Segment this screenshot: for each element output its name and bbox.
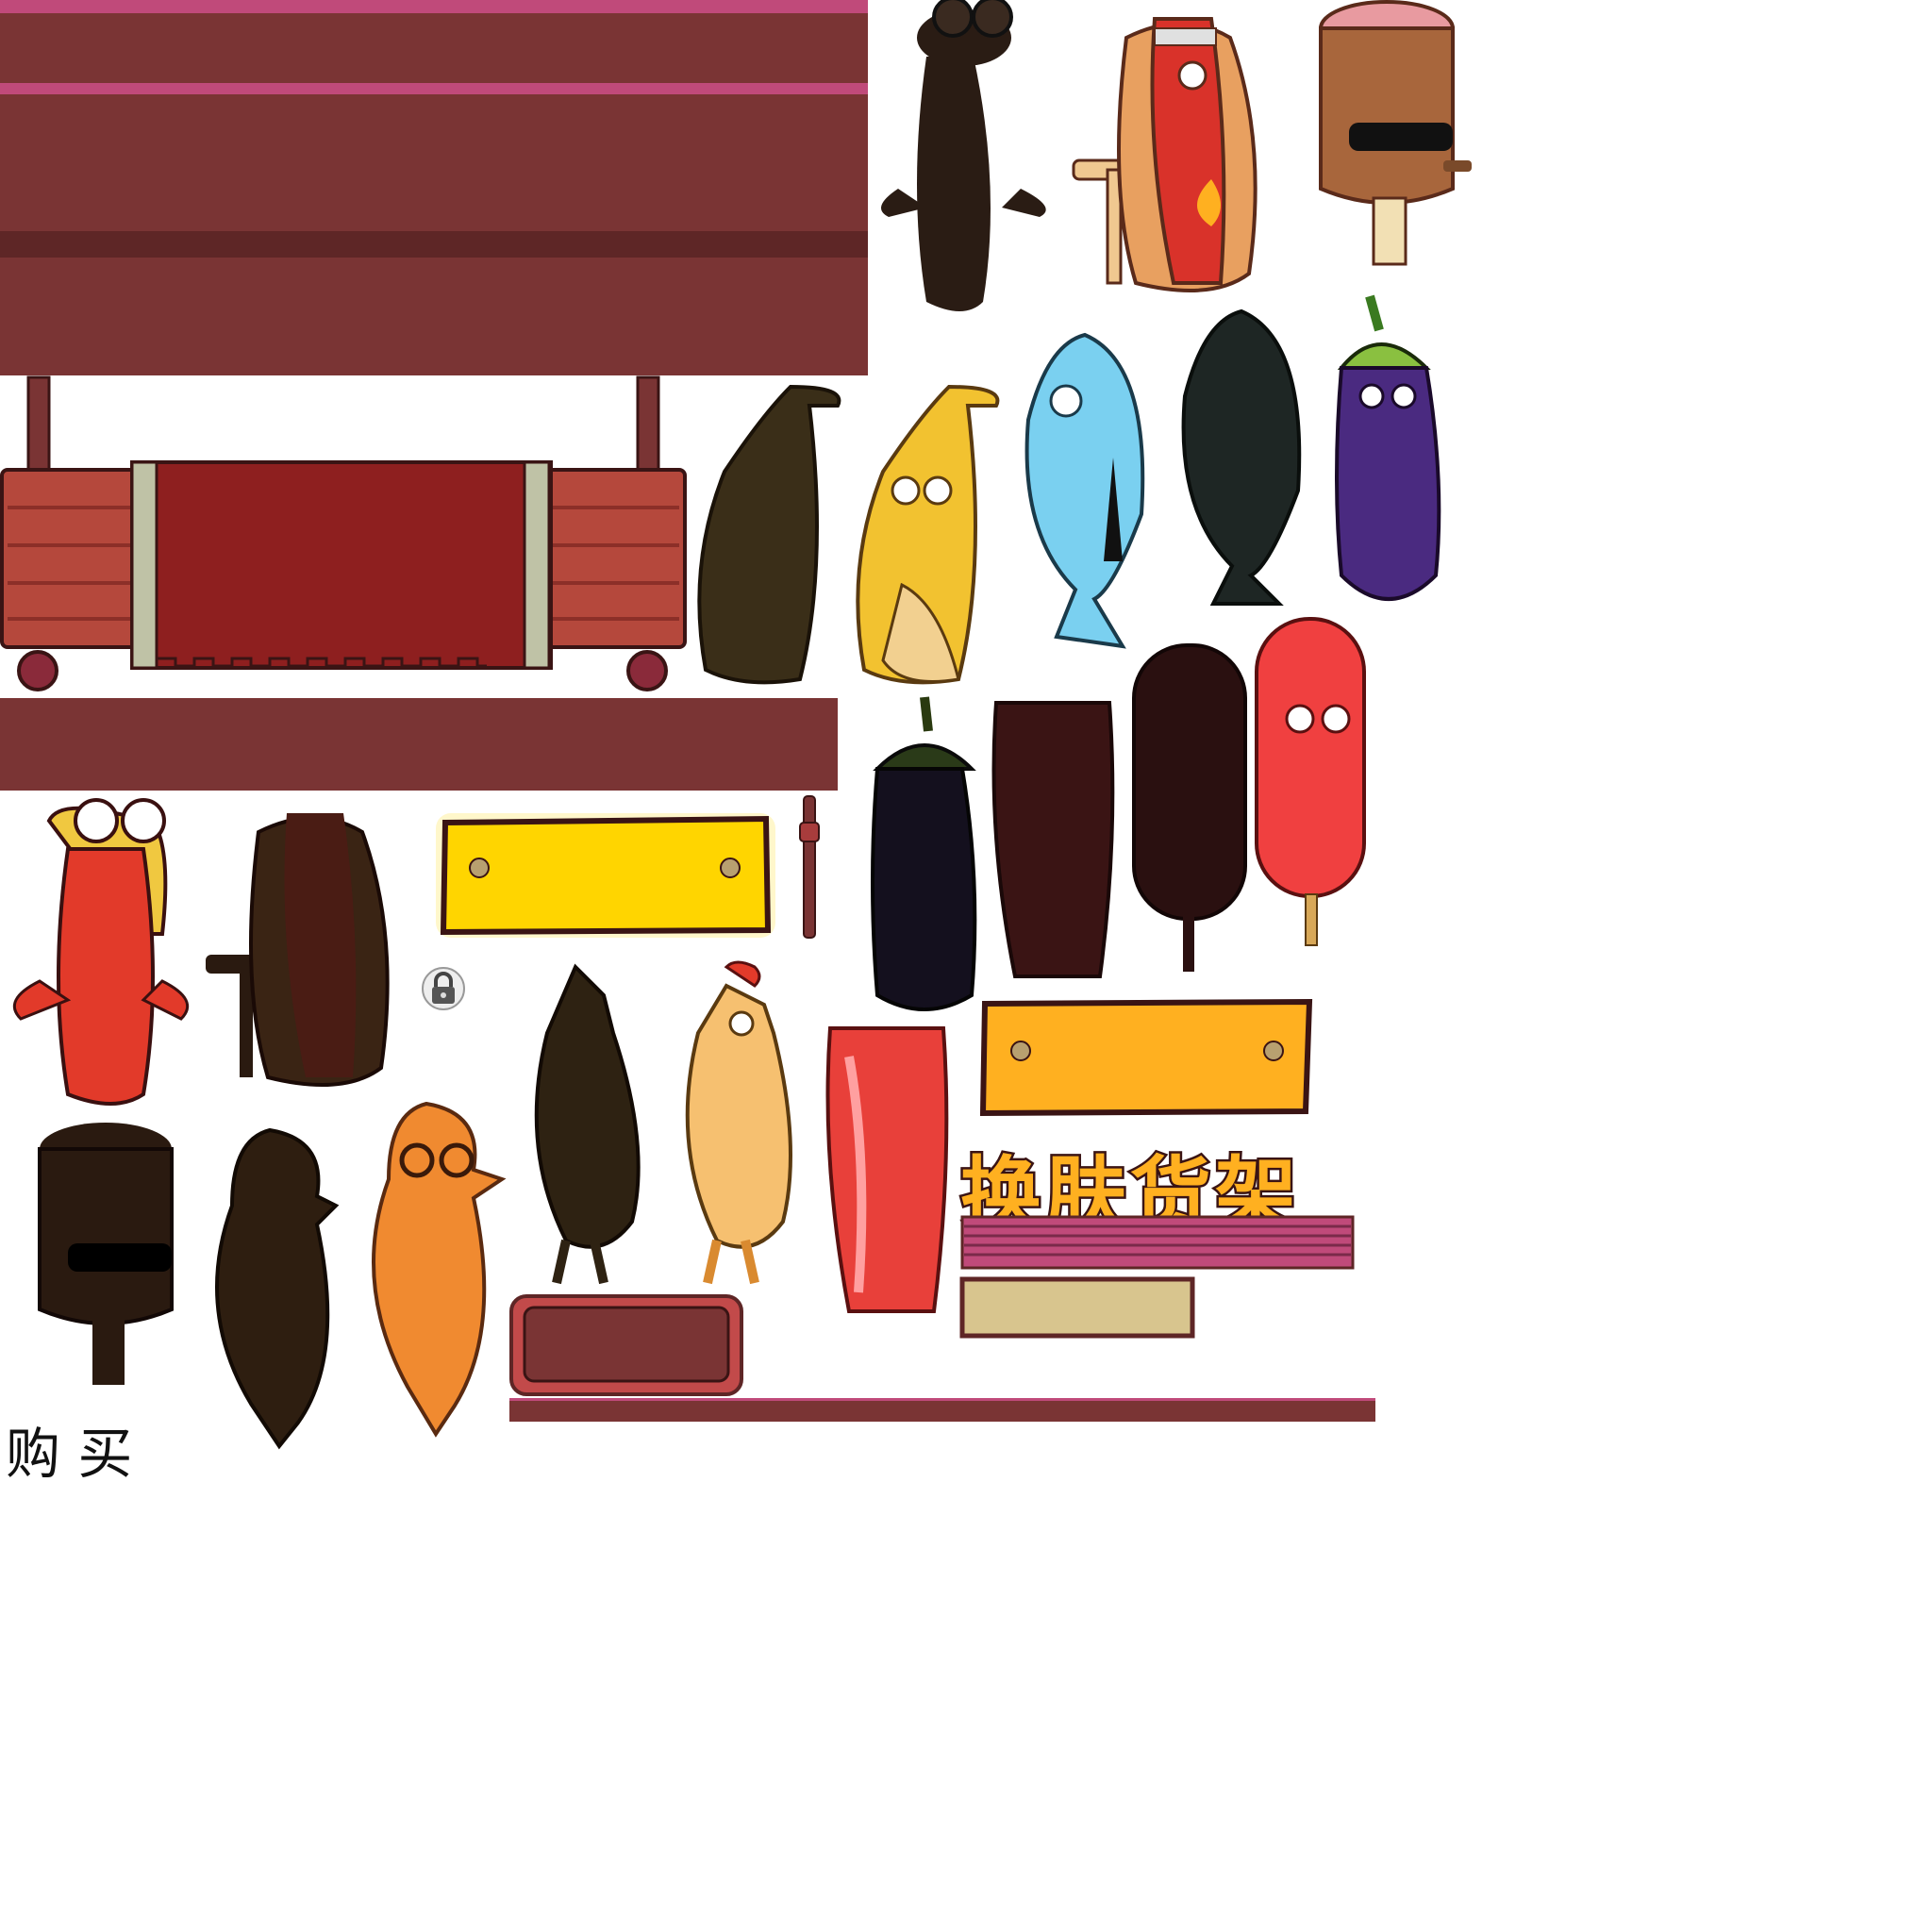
top-shelf-panel — [0, 0, 868, 375]
ham-sunglasses-sprite — [1319, 0, 1472, 266]
hotdog-crutch-sprite — [1072, 17, 1257, 292]
pink-stack — [960, 1215, 1355, 1270]
yellow-plank-glow — [436, 813, 775, 938]
orange-duck-sprite — [372, 1101, 507, 1438]
bottom-bar — [509, 1398, 1375, 1422]
chicken-sprite — [685, 960, 792, 1285]
hotdog-shadow-sprite — [206, 813, 390, 1087]
red-bacon-sprite — [825, 1026, 949, 1313]
blue-fish-sprite — [1024, 332, 1145, 649]
vertical-slider[interactable] — [798, 794, 821, 941]
shop-cart — [0, 375, 687, 691]
sausage-shadow-sprite — [1132, 643, 1247, 972]
banana-sprite — [856, 384, 1000, 685]
red-lobster-sprite — [12, 798, 190, 1106]
buy-label: 购 买 — [6, 1422, 133, 1486]
maroon-bar — [0, 698, 838, 791]
banana-shadow-sprite — [697, 384, 841, 685]
ham-shadow-sprite — [38, 1123, 174, 1385]
red-sausage-sprite — [1255, 617, 1366, 946]
orange-plank — [979, 998, 1313, 1117]
eggplant-shadow-sprite — [871, 696, 977, 1011]
lock-icon — [422, 967, 465, 1010]
chicken-shadow-sprite — [534, 963, 641, 1285]
button-frame[interactable] — [508, 1292, 745, 1398]
cream-panel — [959, 1276, 1195, 1339]
fish-shadow-sprite — [1181, 308, 1302, 606]
duck-shadow-sprite — [215, 1127, 340, 1450]
lobster-shadow-sprite — [881, 0, 1046, 311]
eggplant-sprite — [1335, 294, 1441, 601]
bacon-shadow-sprite — [991, 701, 1115, 978]
